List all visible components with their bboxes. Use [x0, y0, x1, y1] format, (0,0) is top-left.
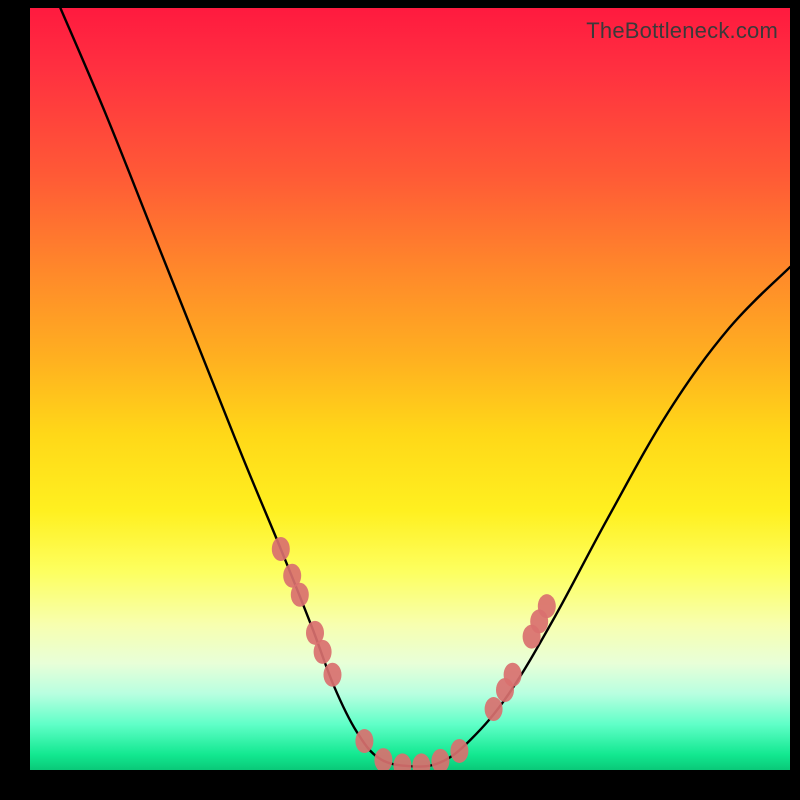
marker-dot: [291, 583, 309, 607]
marker-dot: [504, 663, 522, 687]
marker-dot: [272, 537, 290, 561]
marker-dot: [485, 697, 503, 721]
marker-dot: [314, 640, 332, 664]
plot-area: TheBottleneck.com: [30, 8, 790, 770]
marker-dot: [538, 594, 556, 618]
marker-group: [272, 537, 556, 770]
marker-dot: [431, 749, 449, 770]
curve-path: [60, 8, 790, 767]
marker-dot: [393, 753, 411, 770]
chart-svg: [30, 8, 790, 770]
marker-dot: [374, 748, 392, 770]
chart-frame: TheBottleneck.com: [0, 0, 800, 800]
marker-dot: [450, 739, 468, 763]
marker-dot: [355, 729, 373, 753]
marker-dot: [412, 753, 430, 770]
marker-dot: [323, 663, 341, 687]
